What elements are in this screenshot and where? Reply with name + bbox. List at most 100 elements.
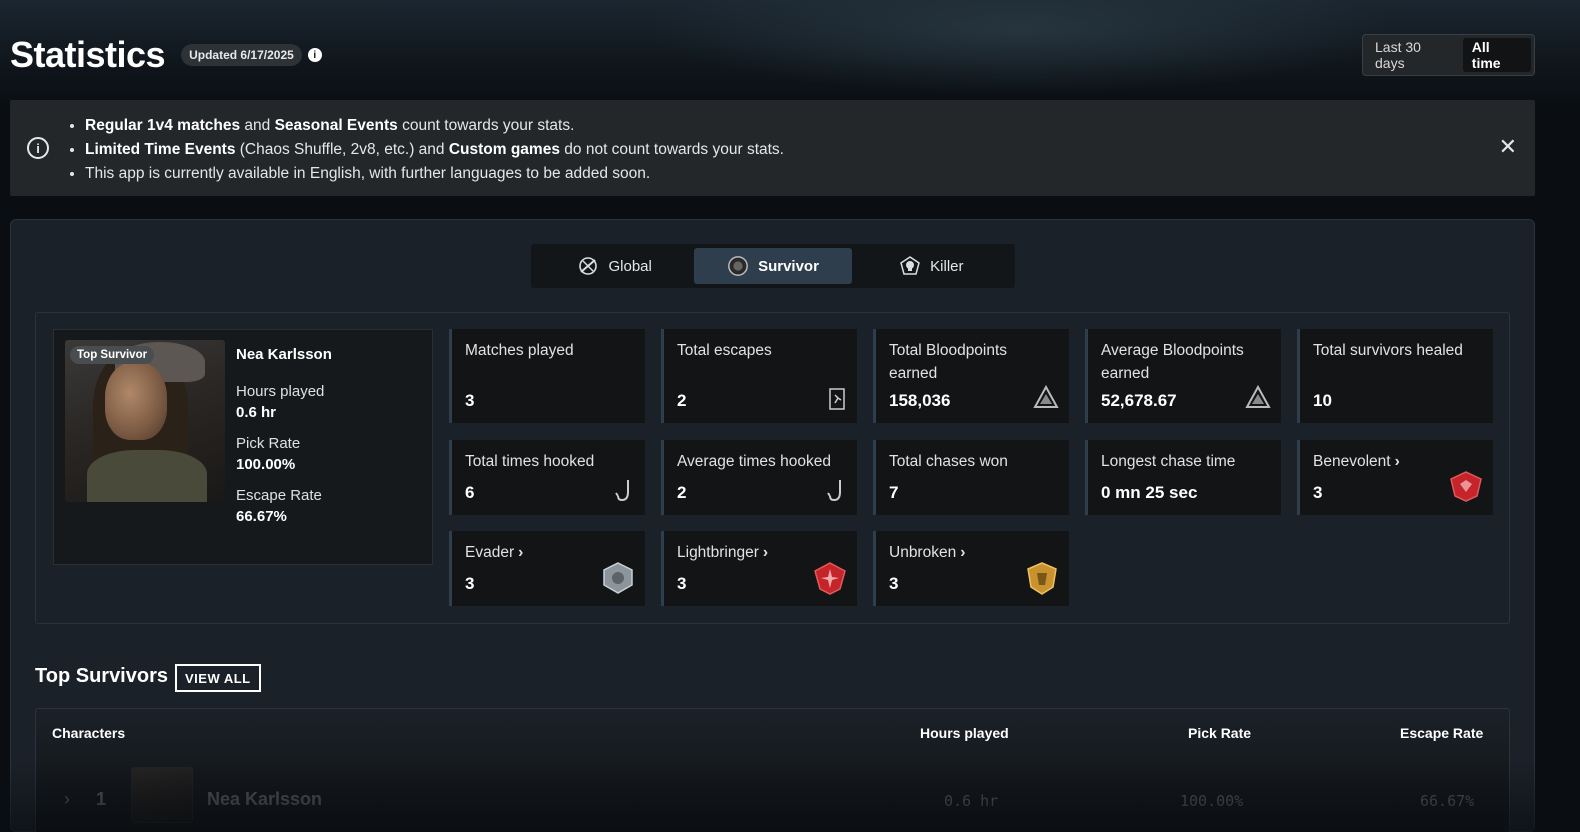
stat-value: 10 [1313,391,1332,410]
notice-item: This app is currently available in Engli… [85,162,784,186]
stat-label: Total survivors healed [1313,342,1463,359]
stat-label: Benevolent › [1313,453,1400,470]
benevolent-emblem-icon [1449,470,1483,507]
character-name: Nea Karlsson [207,789,323,809]
stat-label: Longest chase time [1101,453,1236,470]
character-thumbnail [131,767,193,823]
exit-door-icon [827,387,847,416]
character-info: Nea Karlsson Hours played 0.6 hr Pick Ra… [236,346,332,539]
tab-label: Killer [930,257,964,275]
stat-label: Total Bloodpoints earned [889,342,1008,382]
table-row[interactable]: › 1 Nea Karlsson 0.6 hr 100.00% 66.67% [36,765,1509,825]
notice-item: Limited Time Events (Chaos Shuffle, 2v8,… [85,138,784,162]
stat-unbroken[interactable]: Unbroken › 3 [873,531,1069,606]
info-circle-icon: i [27,137,49,159]
tab-survivor[interactable]: Survivor [694,248,852,284]
stat-value: 0 mn 25 sec [1101,483,1198,502]
stat-label: Lightbringer › [677,544,769,561]
escape-rate-label: Escape Rate [236,487,322,504]
stat-value: 3 [889,574,899,593]
stat-label: Matches played [465,342,574,359]
survivor-overview: Top Survivor Nea Karlsson Hours played 0… [35,312,1510,624]
rank: 1 [96,789,107,809]
background-art [640,0,1400,95]
hours-played: 0.6 hr [944,792,999,810]
chevron-right-icon: › [1394,453,1400,470]
killer-skull-icon [899,255,921,277]
stat-value: 6 [465,483,475,502]
evader-emblem-icon [601,561,635,600]
notice-item: Regular 1v4 matches and Seasonal Events … [85,114,784,138]
stat-total-escapes: Total escapes 2 [661,329,857,423]
stat-survivors-healed: Total survivors healed 10 [1297,329,1493,423]
pick-rate-label: Pick Rate [236,435,301,452]
stat-longest-chase-time: Longest chase time 0 mn 25 sec [1085,440,1281,515]
bloodpoints-icon [1245,384,1271,414]
stat-benevolent[interactable]: Benevolent › 3 [1297,440,1493,515]
hours-played-label: Hours played [236,383,325,400]
tab-label: Survivor [758,257,819,275]
stat-value: 3 [465,574,475,593]
top-survivor-card[interactable]: Top Survivor Nea Karlsson Hours played 0… [53,329,433,565]
stat-average-bloodpoints: Average Bloodpoints earned 52,678.67 [1085,329,1281,423]
stat-lightbringer[interactable]: Lightbringer › 3 [661,531,857,606]
stat-value: 3 [677,574,687,593]
stat-average-times-hooked: Average times hooked 2 [661,440,857,515]
info-notice: i Regular 1v4 matches and Seasonal Event… [10,100,1535,196]
hook-icon [827,478,847,509]
column-header[interactable]: Hours played [920,725,1009,741]
hook-icon [615,478,635,509]
close-icon[interactable]: ✕ [1499,136,1517,158]
expand-chevron-icon[interactable]: › [64,789,70,810]
tab-label: Global [608,257,652,275]
stat-value: 2 [677,483,687,502]
hours-played-value: 0.6 hr [236,404,277,421]
unbroken-emblem-icon [1025,561,1059,600]
stat-label: Total chases won [889,453,1008,470]
stat-label: Average Bloodpoints earned [1101,342,1244,382]
stat-label: Total times hooked [465,453,595,470]
chevron-right-icon: › [960,544,966,561]
info-icon[interactable]: i [307,48,322,62]
column-header[interactable]: Pick Rate [1188,725,1251,741]
stat-label: Total escapes [677,342,772,359]
column-header[interactable]: Escape Rate [1400,725,1483,741]
page-header: Statistics Updated 6/17/2025 i [10,30,322,80]
top-survivors-title: Top Survivors [35,665,168,687]
view-all-button[interactable]: VIEW ALL [175,664,261,692]
range-all-time[interactable]: All time [1462,38,1531,72]
stat-evader[interactable]: Evader › 3 [449,531,645,606]
survivor-icon [727,255,749,277]
stat-value: 158,036 [889,391,951,410]
stat-matches-played: Matches played 3 [449,329,645,423]
character-portrait [65,340,225,502]
tab-global[interactable]: Global [535,248,694,284]
page-title: Statistics [10,34,166,75]
stat-value: 52,678.67 [1101,391,1177,410]
notice-list: Regular 1v4 matches and Seasonal Events … [85,114,784,186]
pick-rate: 100.00% [1180,792,1244,810]
stats-panel: Global Survivor Killer Top Survivor Nea … [10,219,1535,832]
escape-rate: 66.67% [1420,792,1475,810]
chevron-right-icon: › [762,544,769,561]
bloodpoints-icon [1033,384,1059,414]
lightbringer-emblem-icon [813,561,847,600]
tab-killer[interactable]: Killer [852,248,1011,284]
top-survivors-table: Characters Hours played Pick Rate Escape… [35,708,1510,832]
stat-label: Average times hooked [677,453,831,470]
stat-total-times-hooked: Total times hooked 6 [449,440,645,515]
role-tabs: Global Survivor Killer [531,244,1015,288]
stat-value: 3 [465,391,475,410]
updated-badge: Updated 6/17/2025 [181,44,302,66]
stat-total-chases-won: Total chases won 7 [873,440,1069,515]
pick-rate-value: 100.00% [236,456,296,473]
stat-label: Evader › [465,544,524,561]
time-range-toggle: Last 30 days All time [1362,34,1535,76]
column-header[interactable]: Characters [52,725,125,741]
stat-value: 2 [677,391,687,410]
global-icon [577,255,599,277]
range-last-30-days[interactable]: Last 30 days [1366,38,1463,72]
escape-rate-value: 66.67% [236,508,287,525]
top-survivor-badge: Top Survivor [70,346,155,364]
stat-total-bloodpoints: Total Bloodpoints earned 158,036 [873,329,1069,423]
